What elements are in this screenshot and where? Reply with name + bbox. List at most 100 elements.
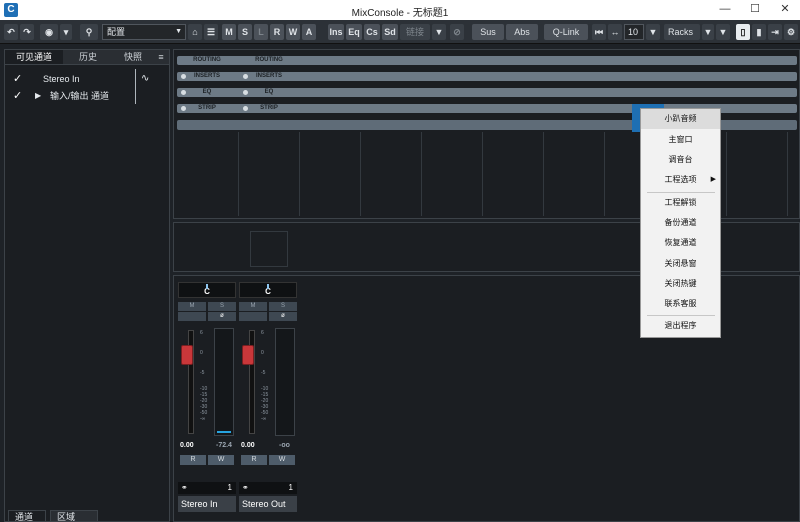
mute-button[interactable]: M — [239, 302, 267, 311]
left-zone-icon[interactable]: ▯ — [736, 24, 750, 40]
link-button[interactable]: 链接 — [400, 24, 430, 40]
fader-handle[interactable] — [181, 345, 193, 365]
power-dot-icon[interactable] — [181, 74, 186, 79]
power-dot-icon[interactable] — [243, 90, 248, 95]
rack-inserts-cell[interactable]: INSERTS — [177, 72, 237, 81]
absolute-button[interactable]: Abs — [506, 24, 538, 40]
power-dot-icon[interactable] — [243, 74, 248, 79]
read-button[interactable]: R — [270, 24, 284, 40]
monitor-button[interactable] — [178, 312, 206, 321]
close-button[interactable]: ✕ — [770, 0, 800, 20]
tab-channel[interactable]: 通道 — [8, 510, 46, 522]
menu-item-project-unlock[interactable]: 工程解锁 — [641, 193, 720, 213]
power-dot-icon[interactable] — [181, 106, 186, 111]
rack-eq-cell-2[interactable]: EQ — [239, 88, 299, 97]
inserts-button[interactable]: Ins — [328, 24, 344, 40]
expand-triangle-icon[interactable]: ▶ — [35, 88, 41, 104]
write-button[interactable]: W — [286, 24, 300, 40]
rack-routing-label[interactable]: ROUTING — [177, 56, 237, 65]
tab-history[interactable]: 历史 — [63, 50, 113, 64]
rack-row-routing[interactable]: ROUTING ROUTING — [177, 56, 797, 65]
write-automation-button[interactable]: W — [269, 455, 295, 465]
racks-dropdown-icon[interactable]: ▼ — [702, 24, 714, 40]
camera-dropdown-icon[interactable]: ▾ — [60, 24, 72, 40]
racks-menu-icon[interactable]: ▼ — [716, 24, 730, 40]
picture-slot[interactable] — [250, 231, 288, 267]
pan-control[interactable]: C — [239, 282, 297, 298]
list-icon[interactable]: ☰ — [204, 24, 218, 40]
rack-strip-cell[interactable]: STRIP — [177, 104, 237, 113]
tab-snapshots[interactable]: 快照 — [113, 50, 153, 64]
channel-name[interactable]: Stereo In — [178, 496, 236, 512]
link-dropdown-icon[interactable]: ▼ — [432, 24, 446, 40]
tab-zone[interactable]: 区域 — [50, 510, 98, 522]
cs-button[interactable]: Cs — [364, 24, 380, 40]
read-automation-button[interactable]: R — [180, 455, 206, 465]
phase-button[interactable]: ø — [208, 312, 236, 321]
home-icon[interactable]: ⌂ — [188, 24, 202, 40]
rack-inserts-cell-2[interactable]: INSERTS — [239, 72, 299, 81]
phase-button[interactable]: ø — [269, 312, 297, 321]
power-dot-icon[interactable] — [181, 90, 186, 95]
search-icon[interactable]: ⚲ — [80, 24, 98, 40]
right-zone-icon[interactable]: ▮ — [752, 24, 766, 40]
visible-channels-field[interactable]: 10 — [624, 24, 644, 40]
channels-dropdown-icon[interactable]: ▼ — [646, 24, 660, 40]
write-automation-button[interactable]: W — [208, 455, 234, 465]
menu-item-restore-channels[interactable]: 恢复通道 — [641, 233, 720, 253]
maximize-button[interactable]: ☐ — [740, 0, 770, 20]
menu-item-mixer[interactable]: 调音台 — [641, 150, 720, 170]
redo-icon[interactable]: ↷ — [20, 24, 34, 40]
link-mode-icon[interactable]: ⊘ — [450, 24, 464, 40]
channel-name[interactable]: Stereo Out — [239, 496, 297, 512]
channel-row-stereo-in[interactable]: ✓ Stereo In ∿ — [13, 69, 163, 87]
config-select[interactable]: 配置 ▼ — [102, 24, 186, 40]
qlink-button[interactable]: Q-Link — [544, 24, 588, 40]
suspend-button[interactable]: Sus — [472, 24, 504, 40]
menu-item-close-float-window[interactable]: 关闭悬窗 — [641, 254, 720, 274]
solo-button[interactable]: S — [208, 302, 236, 311]
link-group[interactable]: ⚭ 1 — [178, 482, 236, 494]
visibility-check-icon[interactable]: ✓ — [13, 88, 22, 104]
camera-icon[interactable]: ◉ — [40, 24, 58, 40]
volume-readout[interactable]: 0.00 -oo — [239, 442, 297, 452]
racks-button[interactable]: Racks — [664, 24, 700, 40]
panel-menu-icon[interactable]: ≡ — [153, 50, 169, 64]
monitor-button[interactable] — [239, 312, 267, 321]
pan-control[interactable]: C — [178, 282, 236, 298]
mute-all-button[interactable]: M — [222, 24, 236, 40]
rack-routing-label-2[interactable]: ROUTING — [239, 56, 299, 65]
menu-item-close-hotkeys[interactable]: 关闭热键 — [641, 274, 720, 294]
automation-button[interactable]: A — [302, 24, 316, 40]
fader-handle[interactable] — [242, 345, 254, 365]
gear-icon[interactable]: ⚙ — [784, 24, 798, 40]
solo-all-button[interactable]: S — [238, 24, 252, 40]
solo-button[interactable]: S — [269, 302, 297, 311]
volume-value[interactable]: 0.00 — [180, 442, 194, 449]
menu-item-contact-support[interactable]: 联系客服 — [641, 294, 720, 314]
listen-button[interactable]: L — [254, 24, 268, 40]
channel-row-io-channels[interactable]: ✓ ▶ 输入/输出 通道 — [13, 86, 163, 104]
fit-channels-icon[interactable]: ⏮ — [592, 24, 606, 40]
visibility-check-icon[interactable]: ✓ — [13, 71, 22, 87]
menu-item-project-options[interactable]: 工程选项 ▶ — [641, 170, 720, 190]
menu-item-exit[interactable]: 退出程序 — [641, 316, 720, 336]
rack-eq-cell[interactable]: EQ — [177, 88, 237, 97]
menu-item-xiaopa-audio[interactable]: 小趴音频 — [641, 109, 720, 129]
read-automation-button[interactable]: R — [241, 455, 267, 465]
power-dot-icon[interactable] — [243, 106, 248, 111]
rack-row-inserts[interactable]: INSERTS INSERTS — [177, 72, 797, 81]
link-group[interactable]: ⚭ 1 — [239, 482, 297, 494]
peak-value[interactable]: -oo — [279, 442, 290, 449]
export-icon[interactable]: ⇥ — [768, 24, 782, 40]
tab-visible-channels[interactable]: 可见通道 — [5, 50, 63, 64]
channel-width-icon[interactable]: ↔ — [608, 24, 622, 40]
sends-button[interactable]: Sd — [382, 24, 398, 40]
volume-value[interactable]: 0.00 — [241, 442, 255, 449]
minimize-button[interactable]: — — [710, 0, 740, 20]
mute-button[interactable]: M — [178, 302, 206, 311]
rack-row-eq[interactable]: EQ EQ — [177, 88, 797, 97]
menu-item-main-window[interactable]: 主窗口 — [641, 130, 720, 150]
volume-readout[interactable]: 0.00 -72.4 — [178, 442, 236, 452]
menu-item-backup-channels[interactable]: 备份通道 — [641, 213, 720, 233]
